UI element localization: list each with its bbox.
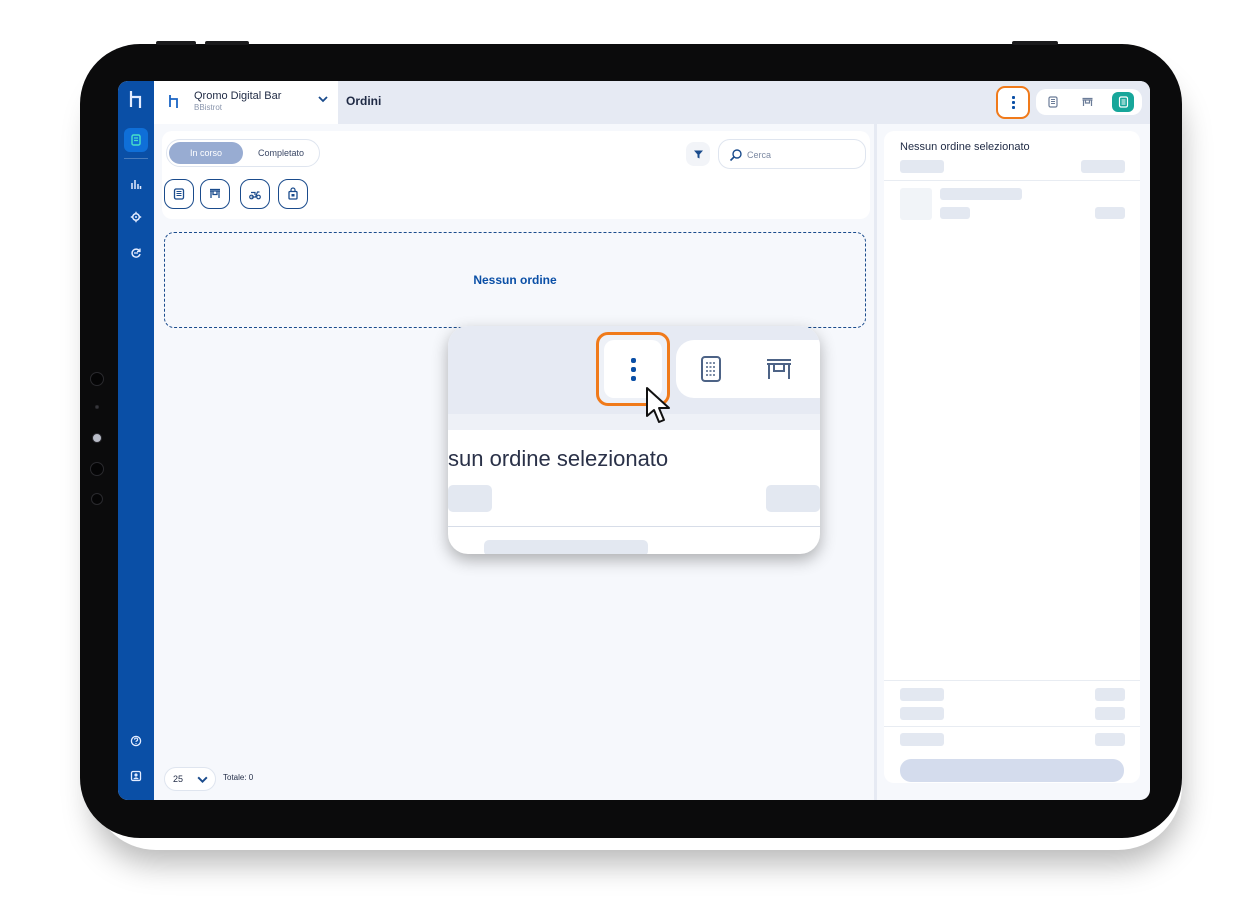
skeleton-block xyxy=(766,485,820,512)
help-icon xyxy=(130,735,142,747)
zoom-strip xyxy=(448,414,820,430)
status-segmented-control: In corso Completato xyxy=(166,139,320,167)
tab-in-corso[interactable]: In corso xyxy=(169,142,243,164)
skeleton-block xyxy=(900,707,944,720)
skeleton-block xyxy=(1095,707,1125,720)
chevron-down-icon xyxy=(197,776,208,784)
nav-rail xyxy=(118,81,154,800)
channel-table-button[interactable] xyxy=(200,179,230,209)
search-input[interactable] xyxy=(747,146,857,164)
tablet-icon xyxy=(173,188,185,200)
sensor-dot xyxy=(95,405,99,409)
bag-icon xyxy=(288,187,298,200)
skeleton-block xyxy=(940,188,1022,200)
zoom-detail-title: sun ordine selezionato xyxy=(448,446,669,471)
camera-dot xyxy=(90,372,104,386)
tablet-icon xyxy=(701,356,721,382)
nav-item-settings[interactable] xyxy=(124,205,148,229)
top-bar: Qromo Digital Bar BBistrot Ordini xyxy=(154,81,1150,124)
channel-tablet-button[interactable] xyxy=(164,179,194,209)
skeleton-block xyxy=(484,540,648,554)
divider xyxy=(884,180,1140,181)
rail-separator xyxy=(124,158,148,159)
camera-dot xyxy=(91,493,103,505)
search-box xyxy=(718,139,866,169)
orders-total: Totale: 0 xyxy=(223,773,254,782)
skeleton-block xyxy=(900,733,944,746)
screenshot-stage: Qromo Digital Bar BBistrot Ordini In cor… xyxy=(0,0,1250,920)
venue-subtitle: BBistrot xyxy=(194,103,223,112)
skeleton-block xyxy=(448,485,492,512)
mode-table-button[interactable] xyxy=(1076,92,1098,112)
tab-completato[interactable]: Completato xyxy=(245,142,317,164)
sync-icon xyxy=(131,248,141,258)
table-icon xyxy=(1082,97,1092,106)
mode-list-button[interactable] xyxy=(1112,92,1134,112)
funnel-icon xyxy=(693,150,703,158)
vertical-dots-icon xyxy=(630,357,636,381)
skeleton-action-button xyxy=(900,759,1124,782)
venue-logo-icon xyxy=(168,94,182,108)
nav-item-account[interactable] xyxy=(124,764,148,788)
panel-divider xyxy=(874,124,877,800)
bar-chart-icon xyxy=(131,180,142,189)
page-title: Ordini xyxy=(346,94,382,108)
mouse-cursor-icon xyxy=(646,387,670,423)
skeleton-block xyxy=(1095,733,1125,746)
nav-item-help[interactable] xyxy=(124,729,148,753)
vertical-dots-icon xyxy=(1011,96,1015,109)
brand-logo-icon[interactable] xyxy=(124,87,148,111)
divider xyxy=(448,526,820,527)
gear-icon xyxy=(130,211,142,223)
chevron-down-icon xyxy=(318,96,328,103)
more-menu-button[interactable] xyxy=(996,86,1030,119)
search-icon xyxy=(729,149,742,162)
camera-lens xyxy=(92,433,102,443)
scooter-icon xyxy=(249,191,261,200)
nav-item-orders[interactable] xyxy=(124,128,148,152)
device-button xyxy=(1012,41,1058,45)
skeleton-block xyxy=(1081,160,1125,173)
table-icon xyxy=(767,359,791,379)
device-button xyxy=(205,41,249,45)
list-icon xyxy=(1118,96,1128,108)
tablet-icon xyxy=(1048,96,1058,108)
divider xyxy=(884,680,1140,681)
view-mode-group xyxy=(1036,89,1142,115)
filter-button[interactable] xyxy=(686,142,710,166)
venue-name: Qromo Digital Bar xyxy=(194,90,282,102)
nav-item-stats[interactable] xyxy=(124,172,148,196)
skeleton-thumb xyxy=(900,188,932,220)
channel-delivery-button[interactable] xyxy=(240,179,270,209)
receipt-icon xyxy=(131,134,141,146)
divider xyxy=(884,726,1140,727)
table-icon xyxy=(210,188,220,198)
camera-dot xyxy=(90,462,104,476)
nav-item-integrations[interactable] xyxy=(124,241,148,265)
device-button xyxy=(156,41,196,45)
channel-takeaway-button[interactable] xyxy=(278,179,308,209)
filter-card: In corso Completato xyxy=(162,131,870,219)
detail-panel-title: Nessun ordine selezionato xyxy=(900,141,1030,153)
page-size-select[interactable]: 25 xyxy=(164,767,216,791)
empty-orders-message: Nessun ordine xyxy=(473,273,557,287)
user-icon xyxy=(130,770,142,782)
skeleton-block xyxy=(1095,688,1125,701)
page-size-value: 25 xyxy=(173,774,184,784)
mode-tablet-button[interactable] xyxy=(1042,92,1064,112)
skeleton-block xyxy=(940,207,970,219)
zoom-view-mode-group xyxy=(676,340,820,398)
skeleton-block xyxy=(900,688,944,701)
zoom-callout: sun ordine selezionato xyxy=(448,326,820,554)
order-detail-panel: Nessun ordine selezionato xyxy=(884,131,1140,783)
venue-selector[interactable]: Qromo Digital Bar BBistrot xyxy=(154,81,338,124)
skeleton-block xyxy=(900,160,944,173)
orders-empty-state: Nessun ordine xyxy=(164,232,866,328)
skeleton-block xyxy=(1095,207,1125,219)
